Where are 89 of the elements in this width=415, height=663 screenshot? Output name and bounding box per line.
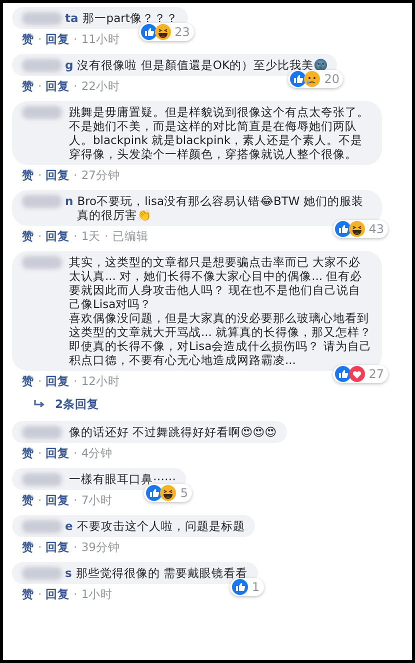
reaction-count: 27	[368, 367, 384, 381]
comment-text: 沒有很像啦 但是顏值還是OK的）至少比我美🌚	[77, 58, 328, 72]
author-name[interactable]: g	[65, 58, 74, 72]
separator-dot: ·	[74, 80, 78, 93]
reaction-count: 1	[252, 580, 260, 594]
like-link[interactable]: 赞	[22, 80, 34, 93]
timestamp: 4分钟	[81, 447, 113, 460]
thumbs-up-icon	[232, 579, 248, 596]
like-link[interactable]: 赞	[22, 541, 34, 554]
comment-text: 那些觉得很像的 需要戴眼镜看看	[76, 566, 248, 580]
like-link[interactable]: 赞	[22, 494, 34, 508]
laughing-face-icon	[154, 24, 171, 40]
like-link[interactable]: 赞	[22, 588, 34, 602]
edited-label: 已编辑	[112, 230, 148, 243]
blurred-name	[22, 12, 62, 24]
reply-link[interactable]: 回复	[46, 230, 70, 243]
reaction-count: 20	[324, 72, 340, 86]
comment-paragraph: 喜欢偶像没问题，但是大家真的没必要那么玻璃心地看到这类型的文章就大开骂战... 就算真的长得像，那又怎样？即使真的长得不像，对Lisa会造成什么损伤吗？ 请为自己积点口德，不要有心无心地造成网路霸凌...	[69, 311, 372, 367]
separator-dot: ·	[38, 230, 42, 243]
separator-dot: ·	[74, 375, 78, 388]
separator-dot: ·	[74, 541, 78, 554]
reply-link[interactable]: 回复	[46, 494, 70, 508]
blurred-name	[22, 520, 62, 533]
replies-link[interactable]: 2条回复	[34, 396, 100, 414]
separator-dot: ·	[104, 230, 108, 243]
timestamp: 39分钟	[81, 541, 120, 554]
separator-dot: ·	[38, 588, 42, 602]
blurred-name	[22, 106, 62, 118]
comment-text: 那一part像？？？	[82, 11, 178, 25]
blurred-name	[22, 566, 62, 580]
reply-link[interactable]: 回复	[46, 447, 70, 460]
separator-dot: ·	[38, 33, 42, 46]
blurred-name	[22, 426, 62, 439]
thumbs-up-icon	[334, 221, 351, 237]
comment-paragraph: 其实，这类型的文章都只是想要骗点击率而已 大家不必太认真... 对，她们长得不像大家心目中的偶像... 但有必要就因此而人身攻击他人吗？ 现在也不是他们自己说自己像Lisa对吗？	[69, 255, 364, 311]
timestamp: 1天	[81, 230, 101, 243]
reply-link[interactable]: 回复	[46, 80, 70, 93]
comment-text: 跳舞是毋庸置疑。但是样貌说到很像这个有点太夸张了。不是她们不美，而是这样的对比简直是在侮辱她们两队人。blackpink 就是blackpink，素人还是个素人。不是穿得像，头发染个一样颜色，穿搭像就说人整个很像。	[69, 105, 370, 161]
separator-dot: ·	[74, 447, 78, 460]
blurred-name	[22, 256, 62, 268]
author-name[interactable]: s	[65, 566, 72, 580]
comment-text: 不要攻击这个人啦，问题是标题	[76, 519, 245, 534]
reaction-count: 5	[180, 486, 188, 500]
thumbs-up-icon	[334, 366, 351, 382]
laughing-face-icon	[160, 485, 176, 502]
timestamp: 12小时	[81, 375, 120, 388]
blurred-name	[22, 58, 62, 72]
like-link[interactable]: 赞	[22, 230, 34, 243]
author-name[interactable]: e	[65, 519, 73, 534]
reply-link[interactable]: 回复	[46, 169, 70, 182]
like-link[interactable]: 赞	[22, 33, 34, 46]
timestamp: 22小时	[81, 80, 120, 93]
author-name[interactable]: ta	[65, 11, 78, 25]
timestamp: 27分钟	[81, 169, 120, 182]
reply-link[interactable]: 回复	[46, 375, 70, 388]
comment-text: 像的话还好 不过舞跳得好好看啊😍😍😍	[69, 425, 277, 440]
separator-dot: ·	[74, 33, 78, 46]
laughing-face-icon	[348, 221, 365, 237]
separator-dot: ·	[74, 588, 78, 602]
reply-link[interactable]: 回复	[46, 588, 70, 602]
timestamp: 1小时	[81, 588, 113, 602]
reaction-count: 43	[368, 222, 384, 236]
separator-dot: ·	[74, 494, 78, 508]
separator-dot: ·	[74, 230, 78, 243]
like-link[interactable]: 赞	[22, 447, 34, 460]
timestamp: 7小时	[81, 494, 113, 508]
separator-dot: ·	[38, 541, 42, 554]
like-link[interactable]: 赞	[22, 169, 34, 182]
crying-face-icon	[304, 71, 320, 87]
like-link[interactable]: 赞	[22, 375, 34, 388]
reply-arrow-icon	[34, 400, 45, 410]
blurred-name	[22, 472, 62, 486]
thumbs-up-icon	[290, 71, 306, 87]
reply-link[interactable]: 回复	[46, 33, 70, 46]
separator-dot: ·	[38, 80, 42, 93]
reply-link[interactable]: 回复	[46, 541, 70, 554]
timestamp: 11小时	[81, 33, 120, 46]
author-name[interactable]: n	[65, 194, 74, 208]
separator-dot: ·	[38, 169, 42, 182]
separator-dot: ·	[38, 447, 42, 460]
reaction-count: 23	[174, 25, 190, 39]
comment-text: 一樣有眼耳口鼻⋯⋯	[69, 472, 176, 486]
blurred-name	[22, 194, 62, 208]
separator-dot: ·	[74, 169, 78, 182]
separator-dot: ·	[38, 375, 42, 388]
comment-text: Bro不要玩，lisa没有那么容易认错😂BTW 她们的服装真的很厉害👏	[77, 194, 364, 222]
thumbs-up-icon	[146, 485, 162, 502]
thumbs-up-icon	[140, 24, 157, 40]
separator-dot: ·	[38, 494, 42, 508]
